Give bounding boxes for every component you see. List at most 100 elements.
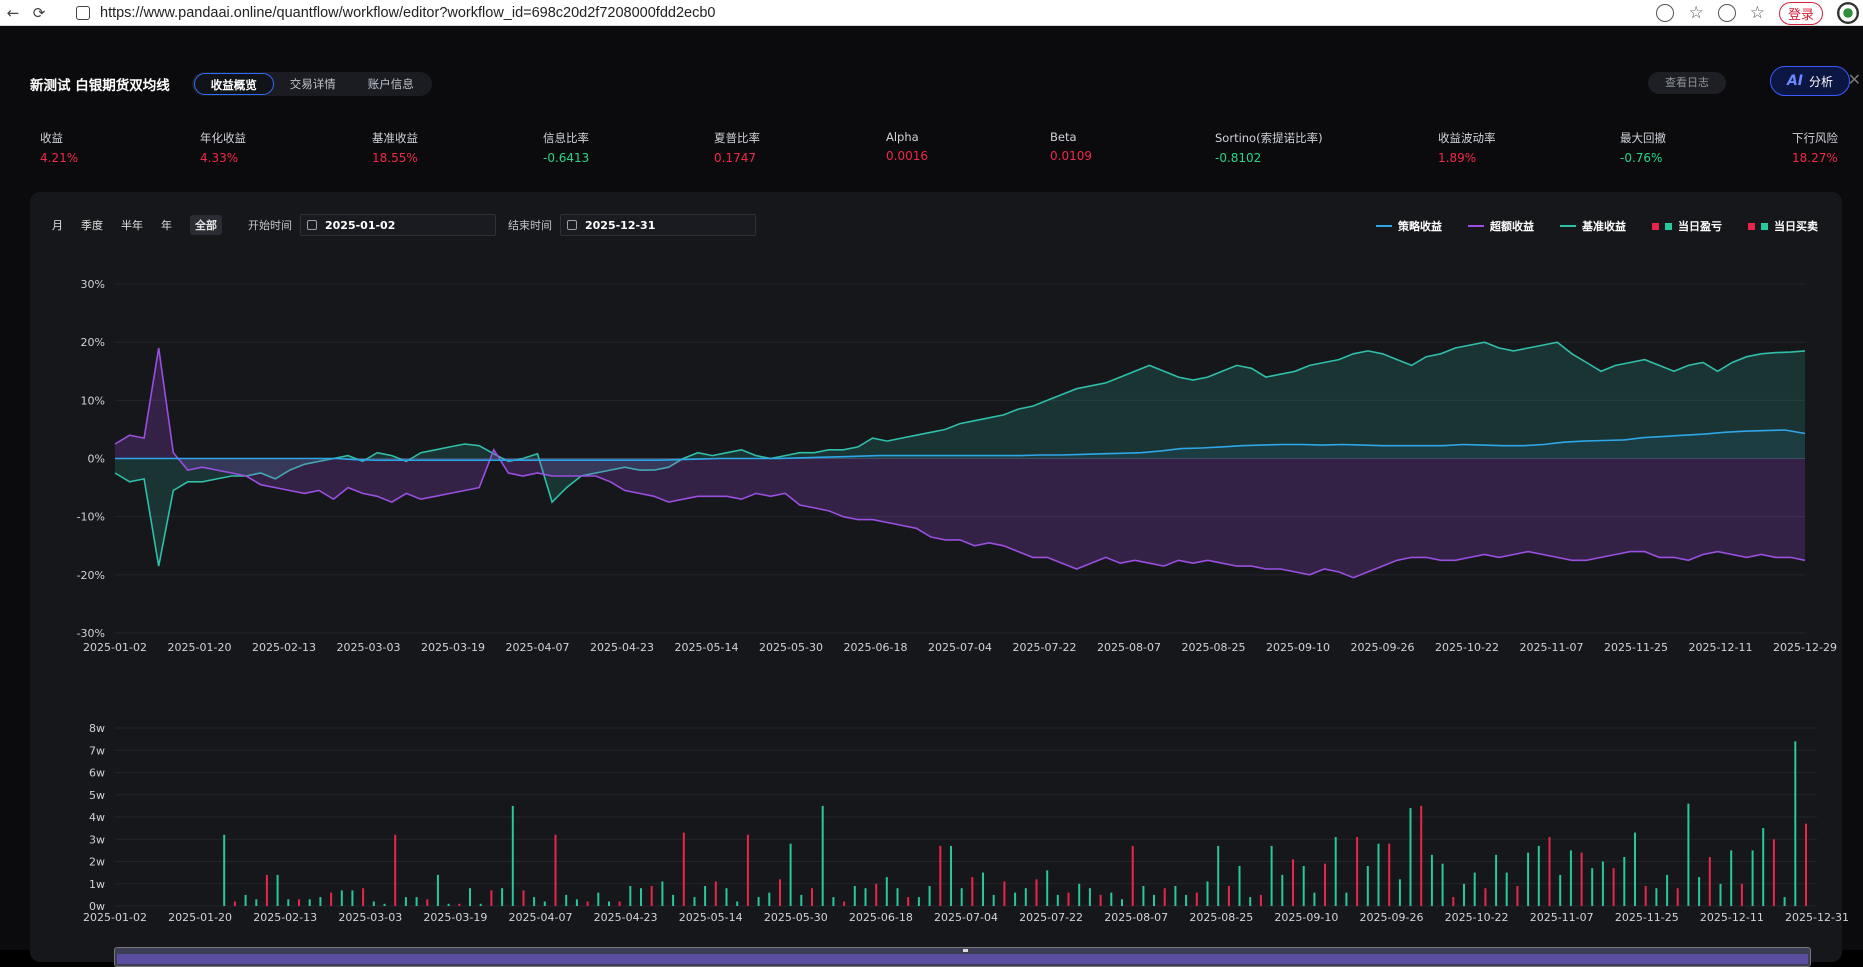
x-tick-label: 2025-06-18 xyxy=(844,641,908,654)
daily-bar xyxy=(1495,854,1498,906)
y-tick-label: 7w xyxy=(89,744,105,757)
daily-bar xyxy=(1078,883,1081,907)
daily-bar xyxy=(533,897,536,906)
daily-bar xyxy=(319,897,322,906)
daily-bar xyxy=(1655,888,1658,906)
x-tick-label: 2025-03-19 xyxy=(421,641,485,654)
daily-bar xyxy=(821,805,824,906)
daily-bar xyxy=(1163,888,1166,906)
address-bar[interactable]: https://www.pandaai.online/quantflow/wor… xyxy=(100,5,715,21)
daily-bar xyxy=(436,874,439,906)
daily-bar xyxy=(362,888,365,906)
daily-bar xyxy=(714,881,717,906)
x-tick-label: 2025-04-07 xyxy=(509,911,573,924)
daily-bar xyxy=(298,899,300,906)
x-tick-label: 2025-08-25 xyxy=(1182,641,1246,654)
daily-bar xyxy=(779,879,781,906)
extensions-icon[interactable] xyxy=(1717,4,1736,22)
daily-bar xyxy=(1174,886,1177,906)
daily-bar xyxy=(404,897,407,906)
daily-bar xyxy=(1024,888,1027,906)
daily-bar xyxy=(1056,894,1059,906)
daily-bar xyxy=(1537,845,1540,906)
daily-bar xyxy=(1398,879,1401,906)
daily-bar xyxy=(736,901,739,906)
charts-svg: 30%20%10%0%-10%-20%-30%2025-01-02 2025-01… xyxy=(77,278,1849,924)
daily-bar xyxy=(1324,863,1326,906)
login-button[interactable]: 登录 xyxy=(1778,1,1823,25)
x-tick-label: 2025-10-22 xyxy=(1435,641,1499,654)
bookmark-star-icon[interactable]: ☆ xyxy=(1688,3,1703,23)
daily-bar xyxy=(693,897,696,906)
daily-bar xyxy=(789,843,792,906)
daily-bar xyxy=(1623,857,1626,906)
profile-avatar[interactable] xyxy=(1837,2,1859,24)
daily-bar xyxy=(233,901,236,906)
daily-bar xyxy=(1591,868,1594,906)
daily-bar xyxy=(1227,886,1230,906)
x-tick-label: 2025-03-19 xyxy=(423,911,487,924)
slider-handle[interactable] xyxy=(962,949,968,952)
y-tick-label: -10% xyxy=(77,511,105,524)
daily-bar xyxy=(1548,837,1551,906)
daily-bar xyxy=(1719,883,1722,907)
reload-icon[interactable]: ⟳ xyxy=(26,4,52,22)
x-tick-label: 2025-05-30 xyxy=(759,641,823,654)
daily-bar xyxy=(1259,894,1262,906)
site-info-icon[interactable] xyxy=(76,5,90,20)
zoom-icon[interactable] xyxy=(1656,4,1675,22)
daily-bar xyxy=(1153,894,1155,906)
y-tick-label: 6w xyxy=(89,767,105,780)
y-tick-label: 2w xyxy=(89,856,105,869)
back-arrow-icon[interactable]: ← xyxy=(0,4,26,22)
x-tick-label: 2025-07-22 xyxy=(1019,911,1083,924)
daily-bar xyxy=(543,901,546,906)
daily-bar xyxy=(1516,886,1519,906)
daily-bar xyxy=(832,897,835,906)
daily-bar xyxy=(255,899,258,906)
daily-bar xyxy=(757,897,760,906)
x-tick-label: 2025-12-11 xyxy=(1689,641,1753,654)
x-tick-label: 2025-05-30 xyxy=(764,911,828,924)
daily-bar xyxy=(330,892,333,906)
x-tick-label: 2025-09-10 xyxy=(1266,641,1330,654)
daily-bar xyxy=(992,894,995,906)
daily-bar xyxy=(704,886,707,906)
x-tick-label: 2025-08-25 xyxy=(1189,911,1253,924)
y-tick-label: 10% xyxy=(81,394,105,407)
daily-bar xyxy=(1099,894,1102,906)
daily-bar xyxy=(1740,883,1743,907)
daily-bar xyxy=(287,899,290,906)
daily-bar xyxy=(1131,845,1134,906)
daily-bar xyxy=(982,872,984,906)
daily-bar xyxy=(1334,837,1337,906)
daily-bar xyxy=(1206,881,1209,906)
daily-bar xyxy=(1356,837,1359,906)
x-tick-label: 2025-03-03 xyxy=(338,911,402,924)
daily-bar xyxy=(415,897,418,906)
daily-bar xyxy=(565,894,568,906)
daily-bar xyxy=(265,874,268,906)
daily-bar xyxy=(511,805,514,906)
y-tick-label: 1w xyxy=(89,878,105,891)
daily-bar xyxy=(1484,888,1487,906)
x-tick-label: 2025-04-23 xyxy=(590,641,654,654)
favorites-icon[interactable]: ☆ xyxy=(1750,3,1765,23)
x-tick-label: 2025-11-07 xyxy=(1530,911,1594,924)
x-tick-label: 2025-11-25 xyxy=(1615,911,1679,924)
daily-bar xyxy=(1634,832,1636,906)
daily-bar xyxy=(1420,805,1423,906)
daily-bar xyxy=(1088,888,1091,906)
daily-bar xyxy=(1185,894,1188,906)
x-tick-label: 2025-07-04 xyxy=(934,911,998,924)
daily-bar xyxy=(1110,892,1113,906)
daily-bar xyxy=(950,845,952,906)
x-tick-label: 2025-09-10 xyxy=(1274,911,1338,924)
daily-bar xyxy=(1067,892,1070,906)
daily-bar xyxy=(608,901,610,906)
daily-bar xyxy=(1666,874,1669,906)
daily-bar xyxy=(1452,897,1455,906)
daily-bar xyxy=(917,897,920,906)
x-tick-label: 2025-01-02 xyxy=(83,641,147,654)
data-zoom-slider[interactable] xyxy=(114,947,1811,967)
